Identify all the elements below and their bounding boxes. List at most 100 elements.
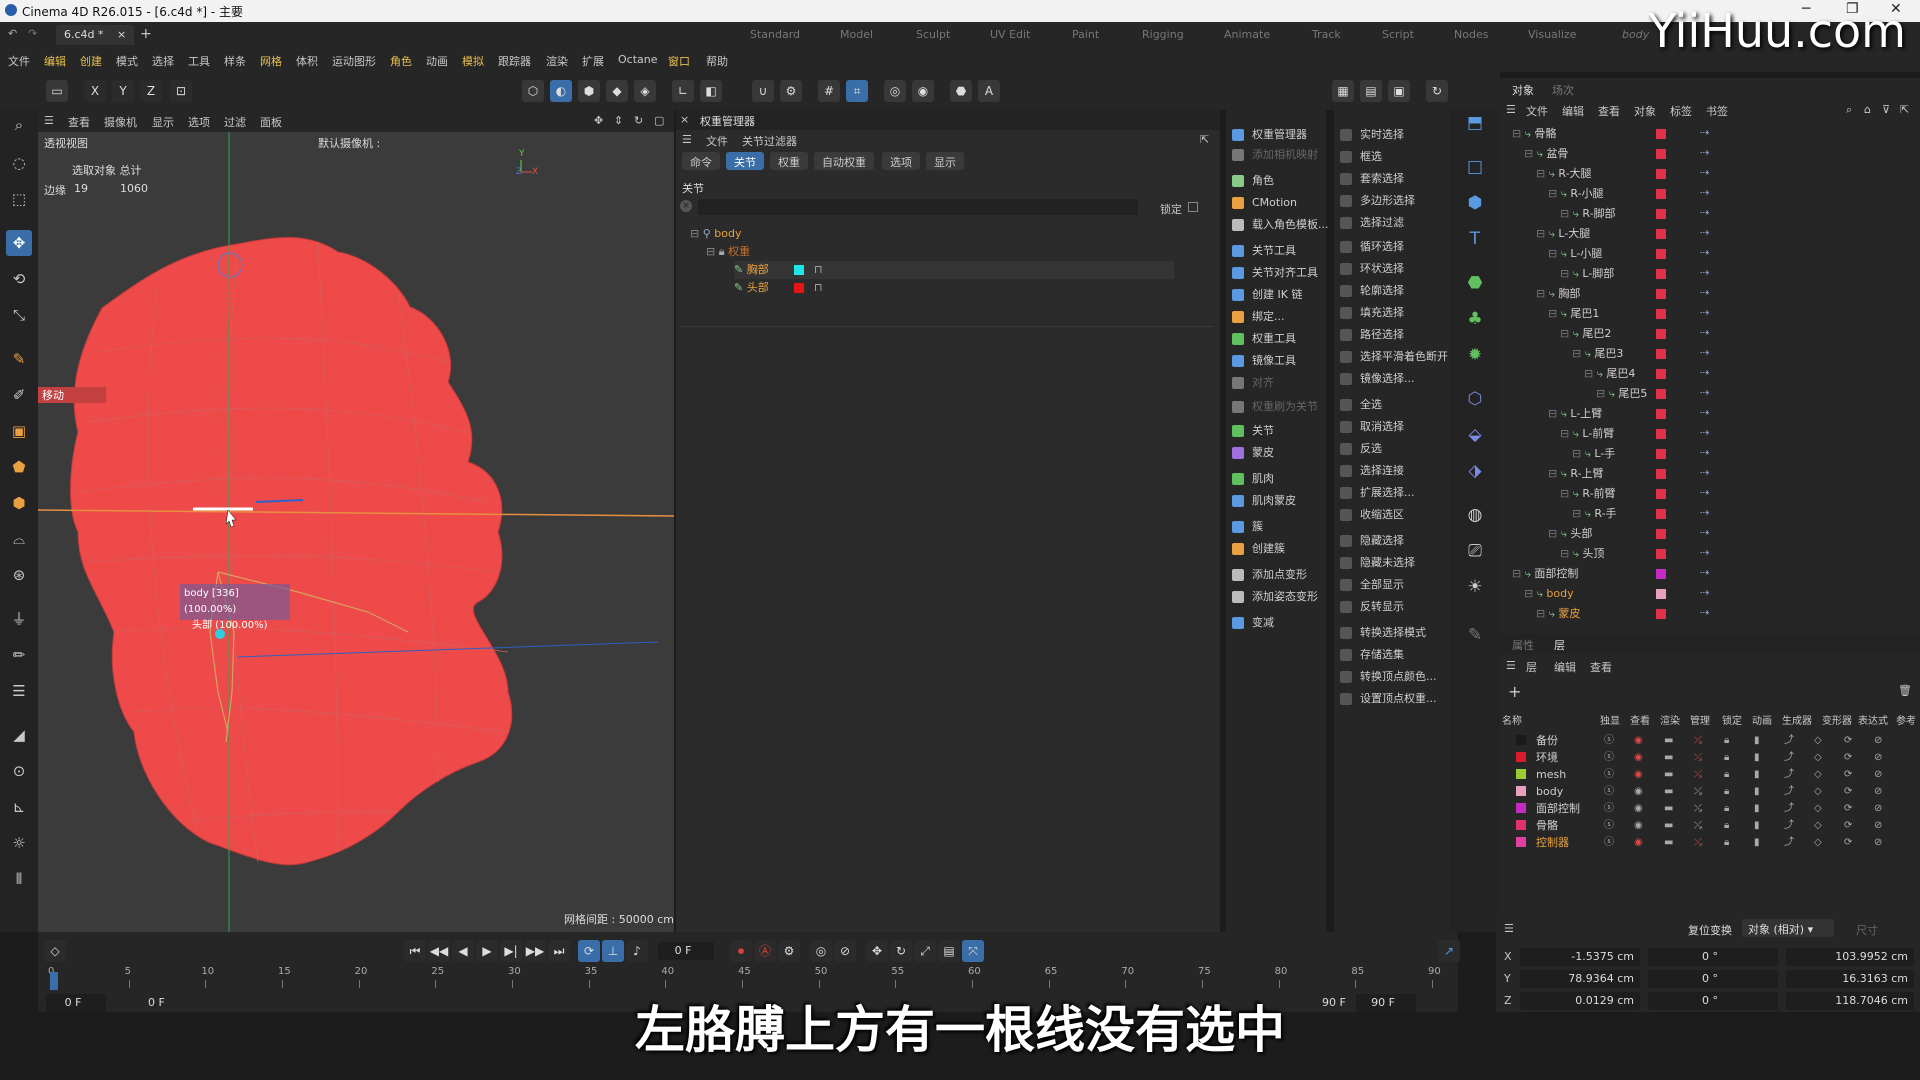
layer-color-swatch[interactable] [1656, 149, 1666, 159]
timeline-curve-icon[interactable]: ↗ [1438, 940, 1460, 962]
object-row[interactable]: ⊟ ⤷ body [1524, 585, 1574, 603]
layer-column-header[interactable]: 动画 [1752, 712, 1772, 727]
layer-toggle-icon[interactable]: ⤯ [1694, 783, 1702, 800]
viewport-solo-icon[interactable]: ◧ [700, 80, 722, 102]
object-row[interactable]: ⊟ ⤷ L-小腿 [1548, 245, 1602, 263]
key-icon[interactable]: ⊘ [834, 940, 856, 962]
layer-menu-icon[interactable]: ☰ [1506, 659, 1516, 672]
select-cmd-8[interactable]: 填充选择 [1334, 303, 1404, 323]
wm-menu-file[interactable]: 文件 [706, 133, 728, 149]
om-new-window-icon[interactable]: ⇱ [1900, 103, 1909, 116]
uv-mode-icon[interactable]: ◈ [634, 80, 656, 102]
layer-color[interactable] [1516, 752, 1526, 762]
layer-toggle-icon[interactable]: ⓢ [1604, 732, 1614, 749]
layer-toggle-icon[interactable]: 🔒︎ [1724, 749, 1729, 766]
menu-simulate[interactable]: 模拟 [462, 53, 484, 69]
layer-column-header[interactable]: 表达式 [1858, 712, 1888, 727]
ik-tag-icon[interactable]: ⇢ [1700, 466, 1709, 479]
expand-icon[interactable]: ⊟ [1536, 607, 1545, 620]
expand-icon[interactable]: ⊟ [1560, 547, 1569, 560]
om-menu-edit[interactable]: 编辑 [1562, 103, 1584, 119]
om-menu-object[interactable]: 对象 [1634, 103, 1656, 119]
object-row[interactable]: ⊟ ⤷ 面部控制 [1512, 565, 1578, 583]
expand-icon[interactable]: ⊟ [1512, 127, 1521, 140]
layer-column-header[interactable]: 渲染 [1660, 712, 1680, 727]
layout-rigging[interactable]: Rigging [1142, 28, 1184, 41]
chest-color-swatch[interactable] [794, 265, 804, 275]
char-cmd-19[interactable]: 添加点变形 [1226, 565, 1307, 585]
keyframe-settings-icon[interactable]: ⚙ [778, 940, 800, 962]
modeling-axis-icon[interactable]: ◉ [912, 80, 934, 102]
layer-toggle-icon[interactable]: ⊘ [1874, 749, 1882, 766]
object-row[interactable]: ⊟ ⤷ 蒙皮 [1536, 605, 1580, 623]
menu-help[interactable]: 帮助 [706, 53, 728, 69]
om-menu-file[interactable]: 文件 [1526, 103, 1548, 119]
box-select-icon[interactable]: ⬚ [6, 186, 32, 212]
layer-color-swatch[interactable] [1656, 489, 1666, 499]
select-cmd-19[interactable]: 隐藏未选择 [1334, 553, 1415, 573]
menu-tools[interactable]: 工具 [188, 53, 210, 69]
layer-row[interactable]: 备份 ⓢ ◉ ▬ ⤯ 🔒︎ ▮ ⤴ ◇ ⟳ ⊘ [1504, 732, 1914, 749]
object-row[interactable]: ⊟ ⤷ 骨骼 [1512, 125, 1556, 143]
expand-icon[interactable]: ⊟ [1548, 527, 1557, 540]
wm-tab-display[interactable]: 显示 [926, 152, 964, 170]
menu-spline[interactable]: 样条 [224, 53, 246, 69]
viewport-menu-panel[interactable]: 面板 [260, 114, 282, 130]
symmetry-icon[interactable]: ⬣ [950, 80, 972, 102]
char-cmd-1[interactable]: 添加相机映射 [1226, 145, 1318, 165]
wm-tab-commands[interactable]: 命令 [682, 152, 720, 170]
char-cmd-6[interactable]: 关节对齐工具 [1226, 263, 1318, 283]
layer-menu-view[interactable]: 查看 [1590, 659, 1612, 675]
layer-toggle-icon[interactable]: ⓢ [1604, 800, 1614, 817]
timeline-ruler[interactable]: 051015202530354045505560657075808590 [48, 966, 1448, 990]
layer-color-swatch[interactable] [1656, 189, 1666, 199]
ik-tag-icon[interactable]: ⇢ [1700, 526, 1709, 539]
om-menu-tags[interactable]: 标签 [1670, 103, 1692, 119]
layer-color-swatch[interactable] [1656, 609, 1666, 619]
layout-script[interactable]: Script [1382, 28, 1414, 41]
layer-toggle-icon[interactable]: 🔒︎ [1724, 783, 1729, 800]
char-cmd-11[interactable]: 对齐 [1226, 373, 1274, 393]
layout-model[interactable]: Model [840, 28, 873, 41]
paint-tool-icon[interactable]: ✎ [1462, 622, 1488, 648]
layer-column-header[interactable]: 查看 [1630, 712, 1650, 727]
expand-icon[interactable]: ⊟ [1536, 227, 1545, 240]
menu-octane[interactable]: Octane [618, 53, 658, 66]
layer-toggle-icon[interactable]: ⓢ [1604, 766, 1614, 783]
position-key-icon[interactable]: ✥ [866, 940, 888, 962]
move-tool-icon[interactable]: ✥ [6, 230, 32, 256]
wm-tree-body[interactable]: ⊟ ⚲ body [690, 225, 742, 243]
record-icon[interactable]: ⏺ [730, 940, 752, 962]
layer-toggle-icon[interactable]: ⓢ [1604, 783, 1614, 800]
ik-tag-icon[interactable]: ⇢ [1700, 426, 1709, 439]
scale-tool-icon[interactable]: ⤡ [6, 302, 32, 328]
layer-toggle-icon[interactable]: ▬ [1664, 749, 1673, 766]
layer-row[interactable]: 环境 ⓢ ◉ ▬ ⤯ 🔒︎ ▮ ⤴ ◇ ⟳ ⊘ [1504, 749, 1914, 766]
wm-tab-weights[interactable]: 权重 [770, 152, 808, 170]
layer-toggle-icon[interactable]: ◉ [1634, 749, 1643, 766]
key-selection-icon[interactable]: ◎ [810, 940, 832, 962]
redo-icon[interactable]: ↷ [28, 27, 37, 40]
layer-toggle-icon[interactable]: ⤴ [1784, 766, 1794, 783]
go-to-end-icon[interactable]: ⏭ [548, 940, 570, 962]
char-cmd-3[interactable]: CMotion [1226, 193, 1297, 213]
points-mode-icon[interactable]: ⬡ [522, 80, 544, 102]
layer-toggle-icon[interactable]: ◇ [1814, 834, 1822, 851]
undo-icon[interactable]: ↶ [8, 27, 17, 40]
object-row[interactable]: ⊟ ⤷ 尾巴5 [1596, 385, 1647, 403]
undock-icon[interactable]: ⇱ [1200, 133, 1209, 146]
object-row[interactable]: ⊟ ⤷ 尾巴2 [1560, 325, 1611, 343]
layer-column-header[interactable]: 参考 [1896, 712, 1916, 727]
select-cmd-0[interactable]: 实时选择 [1334, 125, 1404, 145]
char-cmd-17[interactable]: 簇 [1226, 517, 1263, 537]
layer-column-header[interactable]: 独显 [1600, 712, 1620, 727]
coord-size-field[interactable]: 16.3163 cm [1786, 970, 1914, 988]
expand-icon[interactable]: ⊟ [1560, 267, 1569, 280]
wm-joint-chest[interactable]: ✎ 胸部 ⊓ [734, 261, 1174, 279]
expand-icon[interactable]: ⊟ [1584, 367, 1593, 380]
layer-toggle-icon[interactable]: ◉ [1634, 834, 1643, 851]
ik-tag-icon[interactable]: ⇢ [1700, 126, 1709, 139]
expand-icon[interactable]: ⊟ [1548, 307, 1557, 320]
char-cmd-0[interactable]: 权重管理器 [1226, 125, 1307, 145]
text-tool-icon[interactable]: T [1462, 226, 1488, 252]
